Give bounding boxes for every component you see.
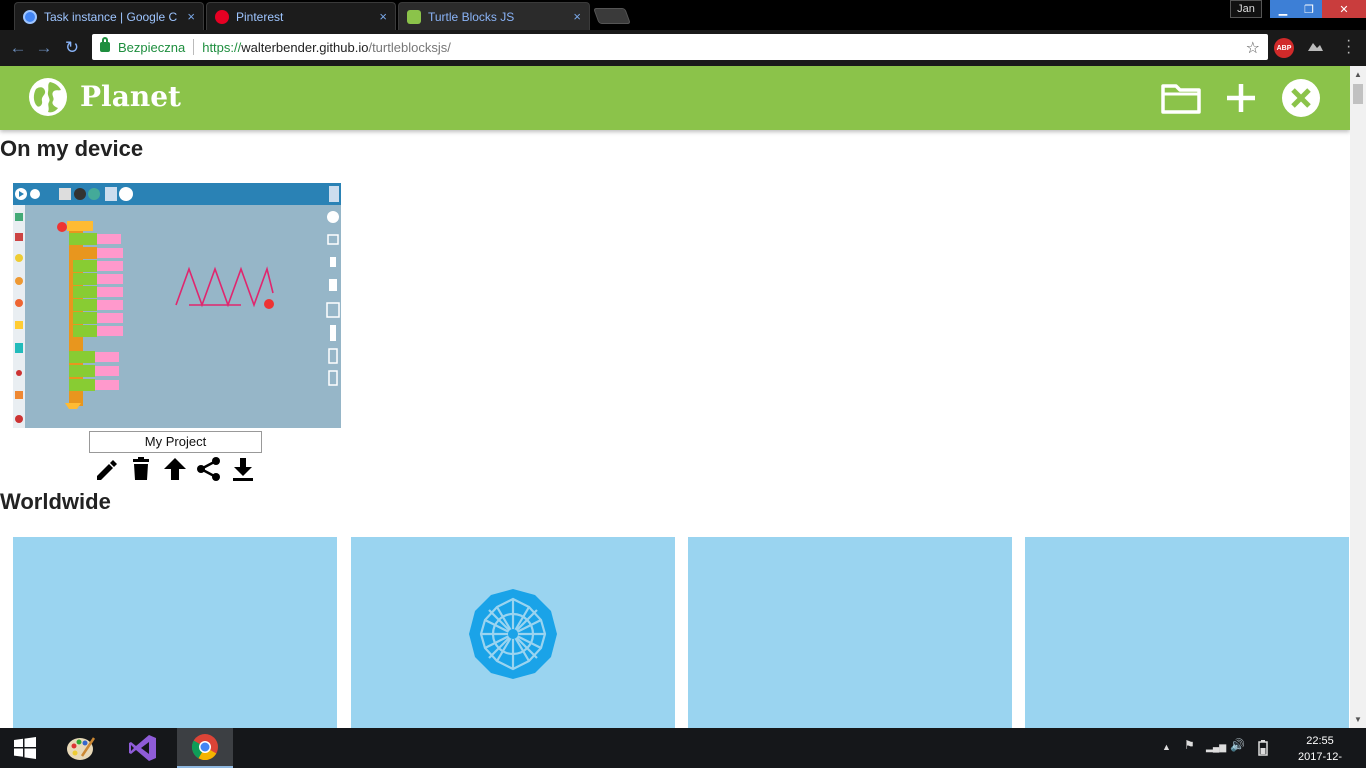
globe-icon[interactable] bbox=[28, 77, 68, 117]
tab-title: Turtle Blocks JS bbox=[428, 9, 515, 24]
planet-header: Planet bbox=[0, 66, 1350, 130]
tab-close-icon[interactable]: × bbox=[187, 9, 195, 24]
reload-button[interactable]: ↻ bbox=[62, 38, 82, 58]
profile-button[interactable]: Jan bbox=[1230, 0, 1262, 18]
folder-icon[interactable] bbox=[1160, 78, 1202, 118]
flag-icon[interactable]: ⚑ bbox=[1184, 738, 1195, 752]
turtle-icon bbox=[407, 9, 421, 24]
tab-turtle-blocks[interactable]: Turtle Blocks JS × bbox=[398, 2, 590, 30]
browser-title-bar: Task instance | Google C × Pinterest × T… bbox=[0, 0, 1366, 30]
security-label: Bezpieczna bbox=[118, 39, 186, 55]
back-button[interactable]: ← bbox=[8, 38, 28, 58]
adblock-extension-icon[interactable]: ABP bbox=[1274, 38, 1294, 58]
network-icon[interactable]: ▂▄▆ bbox=[1206, 742, 1226, 753]
lock-icon bbox=[100, 37, 110, 52]
battery-icon[interactable] bbox=[1256, 740, 1270, 759]
delete-icon[interactable] bbox=[128, 456, 154, 482]
project-name-field[interactable]: My Project bbox=[89, 431, 262, 453]
new-tab-button[interactable] bbox=[593, 8, 631, 24]
page-scrollbar[interactable]: ▲ ▼ bbox=[1350, 66, 1366, 728]
section-title-on-my-device: On my device bbox=[0, 136, 144, 161]
close-window-button[interactable]: ✕ bbox=[1322, 0, 1366, 18]
browser-toolbar: ← → ↻ Bezpieczna https:// walterbender.g… bbox=[0, 30, 1366, 66]
extension-icon[interactable] bbox=[1306, 40, 1324, 54]
worldwide-project-card[interactable] bbox=[688, 537, 1012, 728]
address-bar[interactable]: Bezpieczna https:// walterbender.github.… bbox=[92, 34, 1268, 60]
system-clock[interactable]: 22:55 2017-12-16 bbox=[1296, 733, 1344, 768]
paint-icon[interactable] bbox=[56, 728, 106, 768]
tab-task-instance[interactable]: Task instance | Google C × bbox=[14, 2, 204, 30]
maximize-button[interactable]: ❐ bbox=[1296, 0, 1322, 18]
tab-close-icon[interactable]: × bbox=[573, 9, 581, 24]
forward-button[interactable]: → bbox=[34, 38, 54, 58]
plus-icon[interactable] bbox=[1220, 78, 1262, 118]
url-path: /turtleblocksjs/ bbox=[368, 39, 451, 55]
pinterest-icon bbox=[215, 9, 229, 24]
divider bbox=[193, 39, 195, 55]
worldwide-project-card[interactable] bbox=[351, 537, 675, 728]
section-title-worldwide: Worldwide bbox=[0, 489, 111, 514]
bookmark-star-icon[interactable]: ☆ bbox=[1246, 38, 1260, 58]
worldwide-project-card[interactable] bbox=[1025, 537, 1349, 728]
worldwide-project-card[interactable] bbox=[13, 537, 337, 728]
edit-icon[interactable] bbox=[94, 456, 120, 482]
volume-icon[interactable]: 🔊 bbox=[1230, 738, 1245, 752]
clock-time: 22:55 bbox=[1306, 735, 1334, 747]
visual-studio-icon[interactable] bbox=[118, 728, 168, 768]
page-content: Planet On my device My Project Worldwide bbox=[0, 66, 1350, 728]
project-thumbnail[interactable] bbox=[13, 183, 341, 428]
url-host: walterbender.github.io bbox=[241, 39, 369, 55]
scroll-up-icon[interactable]: ▲ bbox=[1354, 70, 1362, 79]
minimize-button[interactable]: ▁ bbox=[1270, 0, 1296, 18]
rosette-image bbox=[469, 589, 557, 679]
download-icon[interactable] bbox=[230, 456, 256, 482]
windows-taskbar: ▲ ⚑ ▂▄▆ 🔊 22:55 2017-12-16 bbox=[0, 728, 1366, 768]
close-circle-icon[interactable] bbox=[1280, 78, 1322, 118]
clock-date: 2017-12-16 bbox=[1297, 751, 1343, 768]
url-scheme: https:// bbox=[202, 39, 242, 55]
show-hidden-icons-icon[interactable]: ▲ bbox=[1162, 742, 1171, 752]
project-screenshot-image bbox=[13, 183, 341, 428]
tab-title: Task instance | Google C bbox=[44, 9, 178, 24]
tab-title: Pinterest bbox=[236, 9, 284, 24]
google-icon bbox=[23, 9, 37, 24]
chrome-icon[interactable] bbox=[177, 728, 233, 768]
page-title: Planet bbox=[80, 80, 181, 113]
share-icon[interactable] bbox=[196, 456, 222, 482]
scroll-down-icon[interactable]: ▼ bbox=[1354, 715, 1362, 724]
tab-close-icon[interactable]: × bbox=[379, 9, 387, 24]
upload-icon[interactable] bbox=[162, 456, 188, 482]
tab-pinterest[interactable]: Pinterest × bbox=[206, 2, 396, 30]
scroll-thumb[interactable] bbox=[1353, 84, 1363, 104]
windows-start-icon[interactable] bbox=[0, 728, 50, 768]
browser-menu-icon[interactable]: · · · bbox=[1346, 33, 1351, 61]
